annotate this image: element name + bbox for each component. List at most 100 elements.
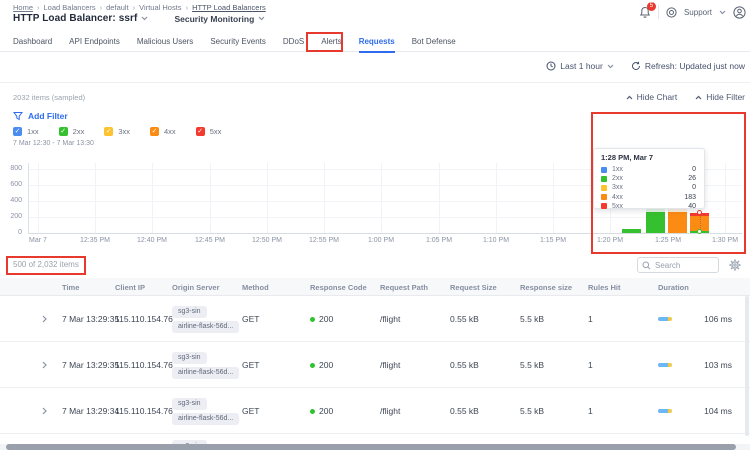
y-axis-tick: 200 xyxy=(0,213,22,220)
row-expand-chevron-icon[interactable] xyxy=(42,388,47,434)
chevron-down-icon xyxy=(607,64,614,69)
table-header-row: Time Client IP Origin Server Method Response… xyxy=(0,278,750,296)
column-header-time[interactable]: Time xyxy=(62,278,79,296)
legend-swatch-1xx xyxy=(601,167,607,173)
breadcrumb-separator: › xyxy=(37,3,40,12)
checkbox-1xx[interactable]: ✓ xyxy=(13,127,22,136)
table-row[interactable]: 7 Mar 13:29:35115.110.154.76sg3-sinairli… xyxy=(0,296,750,342)
column-header-client-ip[interactable]: Client IP xyxy=(115,278,145,296)
horizontal-scrollbar-thumb[interactable] xyxy=(6,444,736,450)
tab-requests[interactable]: Requests xyxy=(359,31,395,52)
breadcrumb-item[interactable]: Load Balancers xyxy=(44,3,96,12)
x-axis-tick: 1:10 PM xyxy=(474,237,518,244)
cell-origin-server: sg3-sinairline-flask-56d... xyxy=(172,388,239,434)
table-row[interactable]: 7 Mar 13:29:34115.110.154.76sg3-sinairli… xyxy=(0,388,750,434)
cell-request-size: 0.55 kB xyxy=(450,388,479,434)
tab-security-events[interactable]: Security Events xyxy=(210,31,266,52)
chart-tooltip: 1:28 PM, Mar 7 1xx02xx263xx04xx1835xx40 xyxy=(593,148,705,209)
checkbox-2xx[interactable]: ✓ xyxy=(59,127,68,136)
notifications-bell-icon[interactable]: 5 xyxy=(639,6,651,19)
column-header-request-path[interactable]: Request Path xyxy=(380,278,428,296)
search-input[interactable] xyxy=(655,261,715,270)
refresh-icon xyxy=(631,61,641,71)
chevron-down-icon[interactable] xyxy=(258,16,265,21)
tooltip-row: 3xx0 xyxy=(601,183,696,192)
support-menu[interactable]: Support xyxy=(684,8,712,17)
chevron-up-icon xyxy=(695,95,702,100)
checkbox-5xx[interactable]: ✓ xyxy=(196,127,205,136)
bar-segment-2xx[interactable] xyxy=(646,212,665,233)
gridline xyxy=(28,217,742,218)
legend-label: 3xx xyxy=(612,184,687,191)
tab-bot-defense[interactable]: Bot Defense xyxy=(412,31,456,52)
status-filter-row: ✓1xx✓2xx✓3xx✓4xx✓5xx xyxy=(13,127,221,136)
bar-segment-4xx[interactable] xyxy=(668,212,687,233)
tab-ddos[interactable]: DDoS xyxy=(283,31,304,52)
user-avatar-icon[interactable] xyxy=(733,6,746,19)
status-filter-4xx[interactable]: ✓4xx xyxy=(150,127,176,136)
hover-marker-line xyxy=(700,216,701,230)
checkbox-3xx[interactable]: ✓ xyxy=(104,127,113,136)
chevron-down-icon[interactable] xyxy=(141,16,148,21)
table-row[interactable]: 7 Mar 13:29:35115.110.154.76sg3-sinairli… xyxy=(0,342,750,388)
breadcrumb[interactable]: Home›Load Balancers›default›Virtual Host… xyxy=(13,3,266,12)
legend-swatch-5xx xyxy=(601,203,607,209)
column-header-request-size[interactable]: Request Size xyxy=(450,278,497,296)
breadcrumb-item[interactable]: Virtual Hosts xyxy=(139,3,181,12)
time-range-picker[interactable]: Last 1 hour xyxy=(546,61,614,71)
x-axis-tick: 1:30 PM xyxy=(703,237,747,244)
bar-segment-2xx[interactable] xyxy=(622,229,641,233)
cell-response-code: 200 xyxy=(310,296,333,342)
gridline xyxy=(725,163,726,233)
column-header-rules-hit[interactable]: Rules Hit xyxy=(588,278,621,296)
breadcrumb-item[interactable]: Home xyxy=(13,3,33,12)
chevron-down-icon[interactable] xyxy=(719,10,726,15)
hide-filter-toggle[interactable]: Hide Filter xyxy=(695,92,745,102)
status-filter-2xx[interactable]: ✓ 2xx xyxy=(59,127,85,136)
cell-request-size: 0.55 kB xyxy=(450,342,479,388)
checkbox-4xx[interactable]: ✓ xyxy=(150,127,159,136)
column-header-duration[interactable]: Duration xyxy=(658,278,689,296)
horizontal-scrollbar[interactable] xyxy=(0,444,750,450)
column-header-origin-server[interactable]: Origin Server xyxy=(172,278,220,296)
table-settings-gear-icon[interactable] xyxy=(729,259,741,271)
legend-value: 183 xyxy=(684,194,696,201)
vertical-scrollbar[interactable] xyxy=(745,296,749,436)
cell-method: GET xyxy=(242,296,259,342)
view-selector[interactable]: Security Monitoring xyxy=(174,14,254,24)
add-filter-button[interactable]: Add Filter xyxy=(13,111,68,121)
tab-malicious-users[interactable]: Malicious Users xyxy=(137,31,193,52)
status-filter-1xx[interactable]: ✓1xx xyxy=(13,127,39,136)
legend-swatch-2xx xyxy=(601,176,607,182)
chart-date-range: 7 Mar 12:30 - 7 Mar 13:30 xyxy=(13,140,94,147)
status-ok-dot xyxy=(310,317,315,322)
origin-tag: sg3-sin xyxy=(172,398,207,410)
checkbox-label: 2xx xyxy=(73,127,85,136)
column-header-response-size[interactable]: Response size xyxy=(520,278,572,296)
table-search[interactable] xyxy=(637,257,719,273)
breadcrumb-item[interactable]: default xyxy=(106,3,129,12)
origin-tag: airline-flask-56d... xyxy=(172,321,239,333)
column-header-method[interactable]: Method xyxy=(242,278,269,296)
y-axis-tick: 0 xyxy=(0,229,22,236)
status-filter-3xx[interactable]: ✓3xx xyxy=(104,127,130,136)
gridline xyxy=(95,163,96,233)
column-header-response-code[interactable]: Response Code xyxy=(310,278,367,296)
row-expand-chevron-icon[interactable] xyxy=(42,342,47,388)
status-filter-5xx[interactable]: ✓5xx xyxy=(196,127,222,136)
tab-dashboard[interactable]: Dashboard xyxy=(13,31,52,52)
tab-api-endpoints[interactable]: API Endpoints xyxy=(69,31,120,52)
tab-alerts[interactable]: Alerts xyxy=(321,31,341,52)
x-axis-tick: 1:00 PM xyxy=(359,237,403,244)
hide-chart-toggle[interactable]: Hide Chart xyxy=(626,92,678,102)
cell-rules-hit: 1 xyxy=(588,342,593,388)
breadcrumb-separator: › xyxy=(100,3,103,12)
x-axis-tick: 12:40 PM xyxy=(130,237,174,244)
gridline xyxy=(439,163,440,233)
legend-swatch-3xx xyxy=(601,185,607,191)
y-axis-tick: 400 xyxy=(0,197,22,204)
refresh-button[interactable]: Refresh: Updated just now xyxy=(631,61,745,71)
row-expand-chevron-icon[interactable] xyxy=(42,296,47,342)
cell-response-code: 200 xyxy=(310,342,333,388)
breadcrumb-item[interactable]: HTTP Load Balancers xyxy=(192,3,266,12)
